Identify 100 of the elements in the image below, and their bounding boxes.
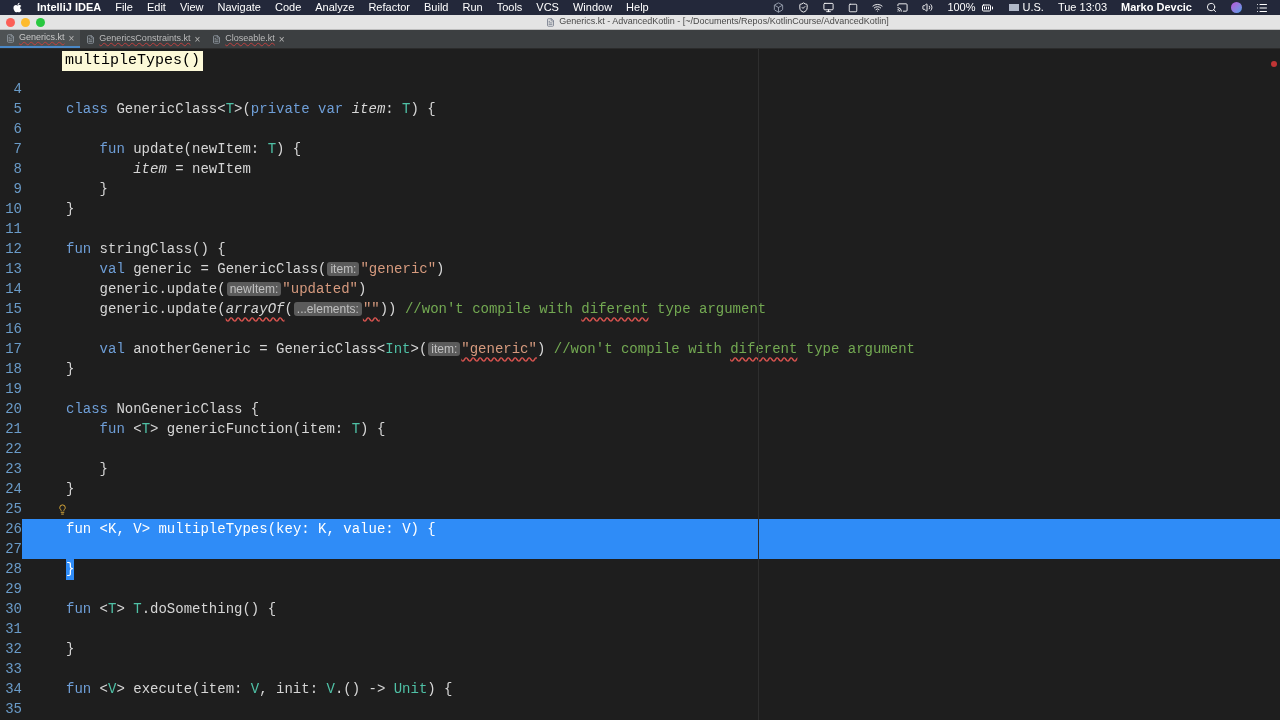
code-token: :: [385, 100, 395, 117]
tab-label: Generics.kt: [19, 31, 65, 45]
code-token: "generic": [461, 340, 537, 357]
file-icon: [546, 17, 556, 27]
line-number: 27: [0, 539, 22, 559]
lightbulb-icon[interactable]: [57, 503, 68, 515]
tab-label: Closeable.kt: [225, 32, 275, 46]
editor-tab[interactable]: Generics.kt ×: [0, 30, 81, 48]
menu-item[interactable]: Edit: [146, 0, 166, 16]
code-token: > execute(item:: [116, 680, 244, 697]
code-token: V: [402, 520, 411, 537]
code-token: T: [402, 100, 411, 117]
parameter-hint: item:: [428, 341, 461, 356]
code-token: update(newItem:: [132, 140, 261, 157]
code-token: <: [98, 600, 109, 617]
code-token: val: [98, 340, 125, 357]
code-token: V: [250, 680, 260, 697]
code-token: ) {: [410, 100, 436, 117]
menu-item[interactable]: Run: [462, 0, 483, 16]
code-token: .() ->: [334, 680, 387, 697]
user-name[interactable]: Marko Devcic: [1121, 0, 1192, 16]
code-token: class: [66, 100, 108, 117]
code-token: fun: [98, 140, 125, 157]
code-token: T: [351, 420, 361, 437]
menu-item[interactable]: Window: [572, 0, 613, 16]
code-token: (: [284, 300, 293, 317]
menu-item[interactable]: View: [179, 0, 204, 16]
code-token: ): [436, 260, 445, 277]
code-token: ) {: [410, 520, 436, 537]
code-token: )): [379, 300, 398, 317]
clock[interactable]: Tue 13:03: [1057, 0, 1108, 16]
input-source[interactable]: U.S.: [1022, 0, 1044, 16]
code-token: }: [66, 200, 75, 217]
menu-item[interactable]: Code: [274, 0, 302, 16]
code-token: }: [98, 180, 108, 197]
monitor-icon[interactable]: [823, 2, 835, 13]
parameter-hint: newItem:: [226, 281, 282, 296]
code-token: V: [133, 520, 142, 537]
code-token: item: [351, 100, 386, 117]
box-icon[interactable]: [773, 2, 785, 13]
code-token: GenericClass<: [115, 100, 226, 117]
volume-icon[interactable]: [922, 2, 934, 13]
code-token: T: [225, 100, 235, 117]
code-token: "": [362, 300, 380, 317]
code-token: ,: [116, 520, 126, 537]
battery-percent[interactable]: 100%: [947, 0, 976, 16]
menu-item[interactable]: Build: [424, 0, 449, 16]
menu-item[interactable]: Analyze: [315, 0, 355, 16]
code-token: private var: [250, 100, 345, 117]
menu-item[interactable]: Help: [626, 0, 649, 16]
tooltip: multipleTypes(): [62, 51, 204, 71]
menu-item[interactable]: File: [115, 0, 133, 16]
menu-item[interactable]: Navigate: [217, 0, 261, 16]
battery-icon[interactable]: [979, 1, 995, 14]
code-token: .doSomething() {: [141, 600, 277, 617]
code-token: class: [66, 400, 108, 417]
menu-item[interactable]: Refactor: [368, 0, 410, 16]
close-icon[interactable]: ×: [278, 31, 285, 47]
code-token: Unit: [393, 680, 428, 697]
code-token: arrayOf: [225, 300, 285, 317]
error-marker[interactable]: [1271, 61, 1277, 67]
code-token: fun: [66, 680, 92, 697]
parameter-hint: ...elements:: [293, 301, 362, 316]
code-token: "updated": [282, 280, 358, 297]
menu-item[interactable]: VCS: [536, 0, 559, 16]
shield-icon[interactable]: [798, 2, 810, 13]
code-token: T: [267, 140, 277, 157]
code-token: T: [141, 420, 151, 437]
code-token: >(: [234, 100, 251, 117]
code-token: }: [66, 640, 75, 657]
code-token: T: [108, 600, 117, 617]
code-token: diferent: [581, 300, 649, 317]
code-token: val: [98, 260, 125, 277]
flag-icon[interactable]: [1008, 4, 1019, 11]
code-token: generic.update(: [98, 300, 226, 317]
wifi-icon[interactable]: [872, 2, 884, 13]
code-token: ) {: [276, 140, 302, 157]
code-token: ): [536, 340, 547, 357]
code-token: anotherGeneric = GenericClass<: [132, 340, 386, 357]
app-name[interactable]: IntelliJ IDEA: [37, 0, 102, 16]
search-icon[interactable]: [1206, 2, 1217, 13]
menu-item[interactable]: Tools: [496, 0, 523, 16]
code-token: = newItem: [174, 160, 251, 177]
code-token: type argument: [655, 300, 767, 317]
close-icon[interactable]: ×: [68, 30, 75, 46]
code-token: fun: [66, 520, 92, 537]
siri-icon[interactable]: [1231, 2, 1242, 13]
code-token: , value:: [326, 520, 395, 537]
code-token: >(: [410, 340, 428, 357]
close-icon[interactable]: ×: [194, 31, 201, 47]
menu-icon[interactable]: [1256, 1, 1268, 14]
code-token: NonGenericClass {: [115, 400, 260, 417]
square-icon[interactable]: [848, 2, 859, 13]
line-number: 26: [0, 519, 22, 539]
code-token: V: [326, 680, 335, 697]
code-token: , init:: [259, 680, 320, 697]
code-token: generic.update(: [98, 280, 226, 297]
code-token: V: [108, 680, 117, 697]
code-token: K: [318, 520, 327, 537]
apple-icon[interactable]: [12, 2, 23, 13]
